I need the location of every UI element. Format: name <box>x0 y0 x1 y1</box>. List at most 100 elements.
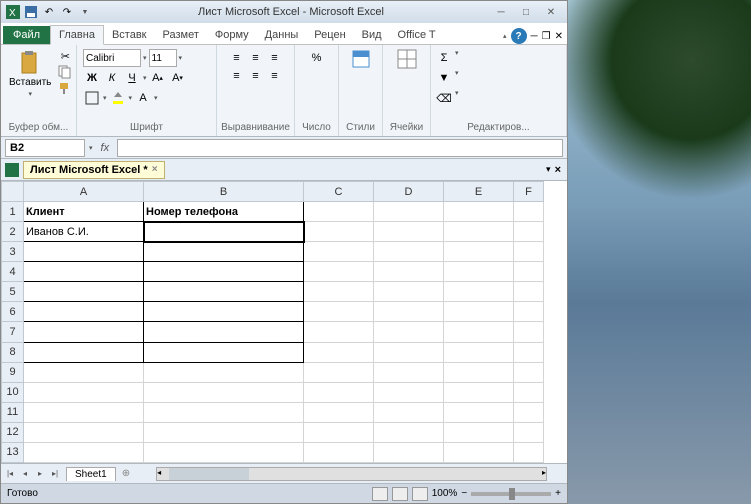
cell[interactable] <box>514 282 544 302</box>
cell[interactable] <box>374 422 444 442</box>
tab-layout[interactable]: Размет <box>155 26 207 44</box>
cell[interactable] <box>304 362 374 382</box>
sheet-first-icon[interactable]: |◂ <box>3 467 17 481</box>
name-box[interactable]: B2 <box>5 139 85 157</box>
cell[interactable] <box>374 202 444 222</box>
select-all[interactable] <box>2 182 24 202</box>
file-tab[interactable]: Файл <box>3 26 50 44</box>
cell[interactable] <box>444 242 514 262</box>
cell[interactable] <box>24 302 144 322</box>
clear-icon[interactable]: ⌫ <box>435 89 453 107</box>
percent-icon[interactable]: % <box>308 49 326 67</box>
cell[interactable] <box>514 362 544 382</box>
cell[interactable] <box>24 402 144 422</box>
col-header[interactable]: C <box>304 182 374 202</box>
cell[interactable] <box>24 382 144 402</box>
cell[interactable] <box>444 202 514 222</box>
bold-button[interactable]: Ж <box>83 69 101 87</box>
fx-icon[interactable]: fx <box>97 142 114 154</box>
cell[interactable] <box>304 322 374 342</box>
align-mid-icon[interactable]: ≡ <box>247 49 265 67</box>
formula-input[interactable] <box>117 139 563 157</box>
tab-view[interactable]: Вид <box>354 26 390 44</box>
sheet-last-icon[interactable]: ▸| <box>48 467 62 481</box>
cell[interactable] <box>24 322 144 342</box>
minimize-button[interactable]: ─ <box>489 4 513 20</box>
cell[interactable] <box>444 282 514 302</box>
cell[interactable] <box>374 282 444 302</box>
cell[interactable] <box>374 322 444 342</box>
cell[interactable] <box>374 242 444 262</box>
cell-active[interactable] <box>144 222 304 242</box>
cell[interactable] <box>24 242 144 262</box>
close-button[interactable]: ✕ <box>539 4 563 20</box>
doc-tabs-menu-icon[interactable]: ▾ <box>546 164 551 176</box>
font-name-select[interactable]: Calibri <box>83 49 141 67</box>
cell[interactable] <box>514 322 544 342</box>
cell[interactable] <box>374 442 444 462</box>
tab-insert[interactable]: Вставк <box>104 26 155 44</box>
zoom-in-icon[interactable]: + <box>555 488 561 499</box>
col-header[interactable]: A <box>24 182 144 202</box>
redo-icon[interactable]: ↷ <box>59 4 75 20</box>
cell[interactable] <box>444 222 514 242</box>
cell[interactable] <box>24 442 144 462</box>
doc-restore-icon[interactable]: ❐ <box>542 31 551 42</box>
cell[interactable] <box>304 442 374 462</box>
cell[interactable] <box>304 342 374 362</box>
doc-minimize-icon[interactable]: ─ <box>531 31 538 42</box>
cell[interactable]: Номер телефона <box>144 202 304 222</box>
cell[interactable] <box>444 442 514 462</box>
cell[interactable] <box>514 442 544 462</box>
tab-review[interactable]: Рецен <box>306 26 353 44</box>
cell[interactable] <box>374 342 444 362</box>
row-header[interactable]: 5 <box>2 282 24 302</box>
row-header[interactable]: 12 <box>2 422 24 442</box>
paste-button[interactable]: Вставить ▾ <box>5 49 55 100</box>
cell[interactable] <box>304 382 374 402</box>
cell[interactable] <box>304 302 374 322</box>
cell[interactable] <box>144 242 304 262</box>
cell[interactable] <box>144 422 304 442</box>
cell[interactable] <box>24 422 144 442</box>
cell[interactable] <box>304 262 374 282</box>
styles-icon[interactable] <box>351 49 371 69</box>
cell[interactable] <box>24 342 144 362</box>
cell[interactable] <box>514 422 544 442</box>
scrollbar-thumb[interactable] <box>169 468 249 480</box>
view-normal-icon[interactable] <box>372 487 388 501</box>
cell[interactable] <box>304 422 374 442</box>
col-header[interactable]: E <box>444 182 514 202</box>
cell[interactable] <box>304 202 374 222</box>
tab-data[interactable]: Данны <box>257 26 307 44</box>
grow-font-icon[interactable]: A▴ <box>149 69 167 87</box>
cell[interactable] <box>444 362 514 382</box>
row-header[interactable]: 7 <box>2 322 24 342</box>
align-center-icon[interactable]: ≡ <box>247 67 265 85</box>
cell[interactable] <box>24 262 144 282</box>
font-color-icon[interactable]: A <box>134 89 152 107</box>
save-icon[interactable] <box>23 4 39 20</box>
col-header[interactable]: B <box>144 182 304 202</box>
cell[interactable] <box>24 282 144 302</box>
tab-home[interactable]: Главна <box>50 25 104 45</box>
tab-office[interactable]: Office T <box>390 26 444 44</box>
help-icon[interactable]: ? <box>511 28 527 44</box>
format-painter-icon[interactable] <box>57 81 73 95</box>
cell[interactable] <box>444 302 514 322</box>
cell[interactable] <box>514 222 544 242</box>
cut-icon[interactable]: ✂ <box>57 49 73 63</box>
namebox-dropdown-icon[interactable]: ▾ <box>89 144 93 152</box>
ribbon-min-icon[interactable]: ▴ <box>503 32 507 40</box>
cell[interactable] <box>444 382 514 402</box>
qat-dropdown-icon[interactable]: ▼ <box>77 4 93 20</box>
cell[interactable]: Клиент <box>24 202 144 222</box>
cell[interactable] <box>144 302 304 322</box>
cell[interactable] <box>374 222 444 242</box>
sheet-prev-icon[interactable]: ◂ <box>18 467 32 481</box>
cell[interactable] <box>304 282 374 302</box>
cell[interactable] <box>514 242 544 262</box>
cell[interactable] <box>514 302 544 322</box>
cell[interactable] <box>304 242 374 262</box>
row-header[interactable]: 13 <box>2 442 24 462</box>
